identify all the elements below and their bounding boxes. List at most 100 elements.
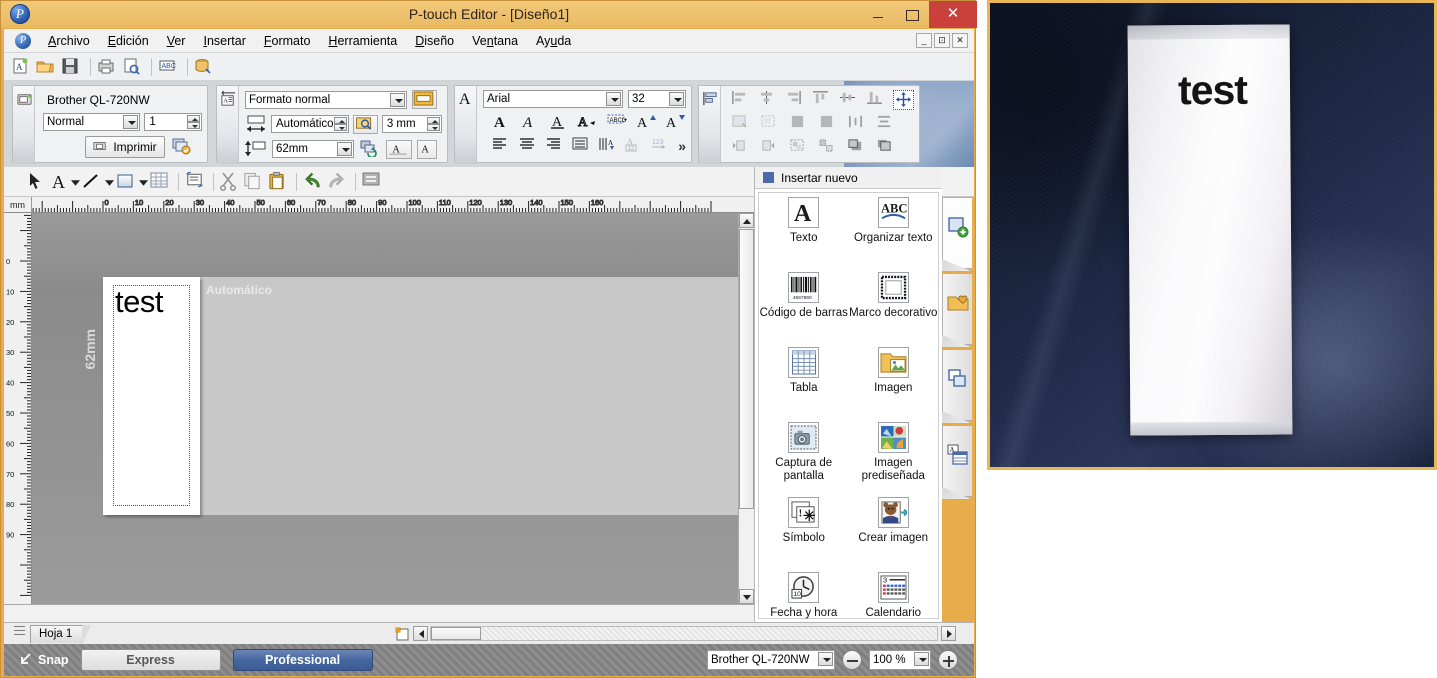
align-center-icon[interactable] [518,136,537,156]
ruler-unit-label[interactable]: mm [4,197,32,212]
spell-check-abc-icon[interactable]: ABC [157,56,181,78]
text-tool-dropdown-icon[interactable] [69,175,81,189]
superscript-icon[interactable]: A 12 [624,136,643,156]
bring-to-front-icon[interactable] [847,138,869,158]
printer-selector-combo[interactable]: Brother QL-720NW [707,650,835,670]
menu-ver[interactable]: Ver [158,32,195,50]
refresh-media-icon[interactable] [359,139,381,159]
bold-icon[interactable]: A [491,112,512,132]
mdi-close-button[interactable]: ✕ [952,33,968,48]
menu-formato[interactable]: Formato [255,32,320,50]
print-icon[interactable] [96,56,120,78]
insert-item-tabla[interactable]: Tabla [759,347,849,422]
snap-mode-button[interactable]: Snap [18,652,69,669]
align-right-icon[interactable] [544,136,563,156]
insert-item-texto[interactable]: A Texto [759,197,849,272]
decrease-font-size-icon[interactable]: A [665,112,686,132]
zoom-out-icon[interactable] [842,650,862,670]
insert-item-codigo-de-barras[interactable]: 4557890 Código de barras [759,272,849,347]
zoom-level-combo[interactable]: 100 % [869,650,931,670]
minimize-button[interactable] [861,1,895,28]
text-fit-frame-icon[interactable]: ABCD [606,112,628,132]
vertical-ruler[interactable]: 0 10 20 30 40 50 60 70 80 90 [4,213,32,604]
italic-icon[interactable]: A [520,112,541,132]
font-family-combo[interactable]: Arial [483,90,623,108]
menu-insertar[interactable]: Insertar [194,32,254,50]
group-objects-icon[interactable] [789,138,811,158]
underline-icon[interactable]: A [549,112,570,132]
print-options-icon[interactable] [171,137,193,157]
mdi-minimize-button[interactable]: _ [916,33,932,48]
line-tool-dropdown-icon[interactable] [103,175,115,189]
line-spacing-icon[interactable]: A [597,136,616,156]
text-tool-icon[interactable]: A [50,171,69,193]
select-arrow-icon[interactable] [26,171,50,193]
copies-spin-buttons[interactable] [187,115,200,129]
center-in-label-icon[interactable] [892,90,914,110]
menu-ventana[interactable]: Ventana [463,32,527,50]
increase-font-size-icon[interactable]: A [636,112,657,132]
align-objects-middle-icon[interactable] [839,90,859,110]
print-preview-icon[interactable] [121,56,145,78]
insert-item-crear-imagen[interactable]: Crear imagen [849,497,939,572]
sheet-scroll-track[interactable] [430,626,938,641]
insert-item-simbolo[interactable]: ! Símbolo [759,497,849,572]
label-canvas[interactable]: Automático 62mm test [32,213,738,604]
rectangle-tool-dropdown-icon[interactable] [137,175,149,189]
auto-fit-icon[interactable] [352,114,378,134]
chevron-down-icon[interactable] [337,142,352,156]
new-document-icon[interactable]: A [10,56,34,78]
text-direction-icon[interactable]: A [417,139,437,159]
menu-herramienta[interactable]: Herramienta [319,32,406,50]
text-outline-icon[interactable]: A [577,112,598,132]
distribute-horizontal-icon[interactable] [847,114,869,134]
new-sheet-icon[interactable] [393,626,411,642]
rotate-left-icon[interactable] [731,138,753,158]
insert-item-organizar-texto[interactable]: ABC Organizar texto [849,197,939,272]
align-objects-center-icon[interactable] [758,90,778,110]
landscape-orientation-icon[interactable] [412,90,437,109]
vertical-scroll-thumb[interactable] [739,229,754,509]
table-tool-icon[interactable] [149,171,173,193]
canvas-vertical-scrollbar[interactable] [738,213,754,604]
print-mode-combo[interactable]: Normal [43,113,141,131]
label-text-object[interactable]: test [115,284,163,320]
sheet-scroll-thumb[interactable] [431,627,481,640]
margin-field[interactable]: 3 mm [381,115,442,133]
mode-button-professional[interactable]: Professional [232,649,373,671]
fit-to-label-icon[interactable] [731,114,753,134]
scroll-down-button[interactable] [739,589,754,604]
sheet-tab-hoja1[interactable]: Hoja 1 [30,625,92,644]
copy-icon[interactable] [243,171,267,193]
insert-item-imagen-prediseñada[interactable]: Imagen prediseñada [849,422,939,497]
margin-spin[interactable] [427,117,440,131]
canvas-horizontal-scroll-gutter[interactable] [4,604,754,622]
text-rotate-number-icon[interactable]: 123 [650,136,670,156]
chevron-down-icon[interactable] [914,652,929,666]
rectangle-tool-icon[interactable] [115,171,137,193]
menu-ayuda[interactable]: Ayuda [527,32,580,50]
scroll-right-button[interactable] [941,626,956,641]
mdi-restore-button[interactable]: ⊡ [934,33,950,48]
panel-tab-insert-new[interactable] [942,197,972,269]
scroll-up-button[interactable] [739,213,754,228]
label-format-combo[interactable]: Formato normal [245,90,407,109]
chevron-down-icon[interactable] [606,92,621,106]
same-width-icon[interactable] [789,114,811,134]
tape-width-combo[interactable]: 62mm [272,140,354,158]
print-button[interactable]: Imprimir [85,136,165,158]
align-objects-left-icon[interactable] [731,90,751,110]
align-objects-right-icon[interactable] [785,90,805,110]
insert-item-marco-decorativo[interactable]: Marco decorativo [849,272,939,347]
document-icon[interactable]: P [15,32,31,49]
align-objects-bottom-icon[interactable] [866,90,886,110]
send-to-back-icon[interactable] [876,138,898,158]
same-height-icon[interactable] [818,114,840,134]
distribute-vertical-icon[interactable] [876,114,898,134]
label-length-field[interactable]: Automático [271,115,349,133]
panel-tab-database[interactable]: A [942,425,972,497]
chevron-down-icon[interactable] [123,115,139,129]
text-fit-icon[interactable]: A [386,139,412,159]
exchange-text-icon[interactable] [184,171,208,193]
panel-tab-favorites[interactable] [942,273,972,345]
